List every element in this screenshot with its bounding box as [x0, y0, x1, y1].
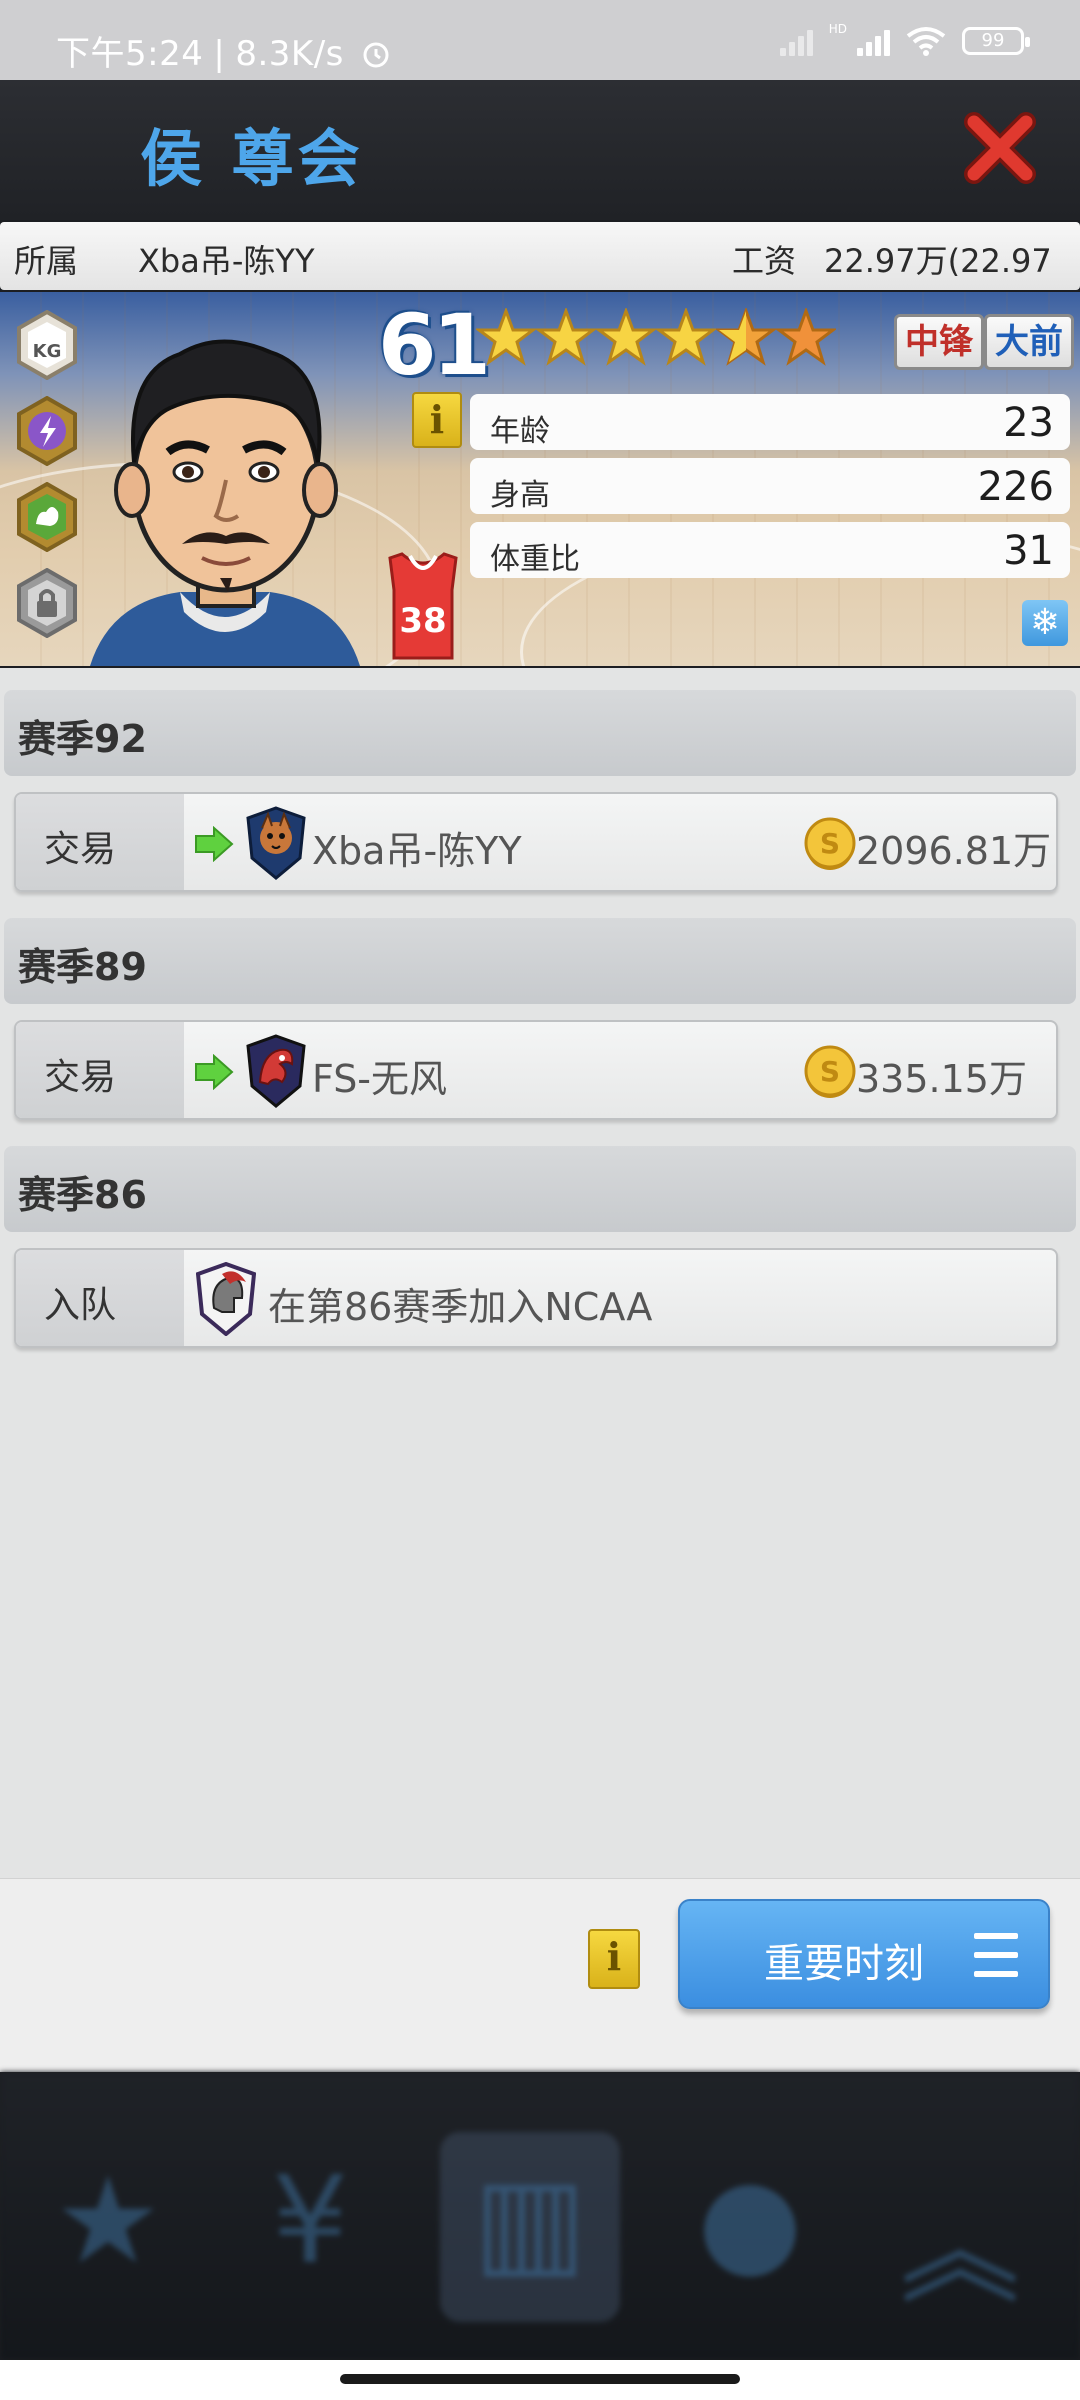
stat-row-height: 身高 226	[470, 458, 1070, 514]
transfer-history: 赛季92 交易 Xba吊-陈YY S 2096.81万 赛季89 交易 FS-无…	[0, 668, 1080, 1878]
svg-text:S: S	[820, 1055, 840, 1088]
key-moments-button[interactable]: 重要时刻	[678, 1899, 1050, 2009]
event-type: 入队	[44, 1285, 117, 1326]
lock-badge-icon[interactable]	[16, 568, 78, 638]
signal-1-icon	[779, 26, 813, 56]
team-logo-spartan-icon	[196, 1262, 256, 1336]
transfer-amount: 335.15万	[856, 1057, 1027, 1101]
wifi-icon	[906, 27, 946, 56]
stat-value: 23	[1003, 400, 1054, 446]
star-full-icon	[536, 308, 596, 366]
jersey-icon: 38	[388, 552, 458, 660]
status-right: HD 99	[779, 22, 1030, 56]
stat-label: 年龄	[490, 414, 550, 449]
team-logo-dragon-icon	[246, 1034, 306, 1108]
coin-icon: S	[804, 1045, 856, 1098]
signal-2-icon	[857, 26, 890, 56]
close-icon[interactable]	[962, 108, 1040, 186]
join-description: 在第86赛季加入NCAA	[268, 1285, 653, 1329]
player-avatar	[90, 339, 360, 666]
status-left: 下午5:24 | 8.3K/s	[56, 26, 391, 75]
team-name: Xba吊-陈YY	[312, 829, 522, 873]
star-empty-icon	[776, 308, 836, 366]
position-badge-center: 中锋	[894, 314, 984, 370]
history-event-row[interactable]: 交易 FS-无风 S 335.15万	[14, 1020, 1058, 1120]
history-event-row[interactable]: 交易 Xba吊-陈YY S 2096.81万	[14, 792, 1058, 892]
transfer-amount: 2096.81万	[856, 829, 1052, 873]
season-title: 赛季86	[18, 1173, 147, 1217]
team-value: Xba吊-陈YY	[138, 242, 315, 280]
star-rating	[476, 308, 836, 368]
event-type: 交易	[44, 1057, 117, 1098]
battery-icon: 99	[962, 27, 1030, 55]
key-moments-label: 重要时刻	[764, 1941, 924, 1987]
svg-text:KG: KG	[33, 341, 62, 362]
history-event-row[interactable]: 入队 在第86赛季加入NCAA	[14, 1248, 1058, 1348]
salary-label: 工资	[732, 242, 797, 280]
action-area: i 重要时刻	[0, 1878, 1080, 2072]
nav-star-icon: ★	[54, 2152, 162, 2291]
player-info-icon[interactable]: i	[412, 392, 462, 448]
bottom-nav-blurred: ★ ¥ ▥ ● ︽	[0, 2072, 1080, 2360]
kg-badge-icon[interactable]: KG	[16, 310, 78, 380]
event-type: 交易	[44, 829, 117, 870]
event-type-cell: 入队	[16, 1250, 184, 1346]
snowflake-icon[interactable]: ❄	[1022, 600, 1068, 646]
arrow-right-icon	[195, 1054, 234, 1090]
stat-value: 226	[977, 464, 1054, 510]
muscle-badge-icon[interactable]	[16, 482, 78, 552]
season-header: 赛季89	[4, 918, 1076, 1004]
nav-yen-icon: ¥	[271, 2152, 349, 2291]
header: 侯 尊会	[0, 80, 1080, 220]
svg-text:S: S	[820, 827, 840, 860]
moments-info-icon[interactable]: i	[588, 1929, 640, 1989]
team-label: 所属	[14, 242, 79, 280]
hd-label: HD	[828, 22, 847, 36]
season-header: 赛季86	[4, 1146, 1076, 1232]
star-half-icon	[716, 308, 776, 366]
nav-chat-icon: ●	[697, 2152, 803, 2291]
home-indicator[interactable]	[340, 2374, 740, 2384]
stat-label: 身高	[490, 478, 550, 513]
team-name: FS-无风	[312, 1057, 448, 1101]
stat-row-weight-ratio: 体重比 31	[470, 522, 1070, 578]
status-time: 下午5:24	[56, 34, 204, 74]
arrow-right-icon	[195, 826, 234, 862]
status-bar: 下午5:24 | 8.3K/s HD 99	[0, 0, 1080, 80]
nav-court-icon: ▥	[440, 2132, 620, 2322]
info-bar: 所属 Xba吊-陈YY 工资 22.97万(22.97万)	[0, 222, 1080, 326]
menu-icon	[974, 1933, 1018, 1977]
stat-row-age: 年龄 23	[470, 394, 1070, 450]
coin-icon: S	[804, 817, 856, 870]
gesture-area	[0, 2360, 1080, 2400]
team-logo-lynx-icon	[246, 806, 306, 880]
star-full-icon	[656, 308, 716, 366]
season-header: 赛季92	[4, 690, 1076, 776]
season-title: 赛季92	[18, 717, 147, 761]
status-speed: 8.3K/s	[235, 34, 344, 74]
stat-label: 体重比	[490, 542, 580, 577]
position-badge-power-forward: 大前	[984, 314, 1074, 370]
event-type-cell: 交易	[16, 1022, 184, 1118]
lightning-badge-icon[interactable]	[16, 396, 78, 466]
jersey-number: 38	[399, 601, 446, 641]
alarm-icon	[363, 42, 389, 68]
player-name: 侯 尊会	[140, 122, 364, 195]
star-full-icon	[596, 308, 656, 366]
star-full-icon	[476, 308, 536, 366]
event-type-cell: 交易	[16, 794, 184, 890]
stat-value: 31	[1003, 528, 1054, 574]
nav-up-icon: ︽	[900, 2181, 1020, 2320]
season-title: 赛季89	[18, 945, 147, 989]
player-rating: 61	[378, 296, 491, 394]
player-card: KG 61 中锋 大前 i 年龄 23 身高 226 体重比 31 38 ❄	[0, 292, 1080, 666]
